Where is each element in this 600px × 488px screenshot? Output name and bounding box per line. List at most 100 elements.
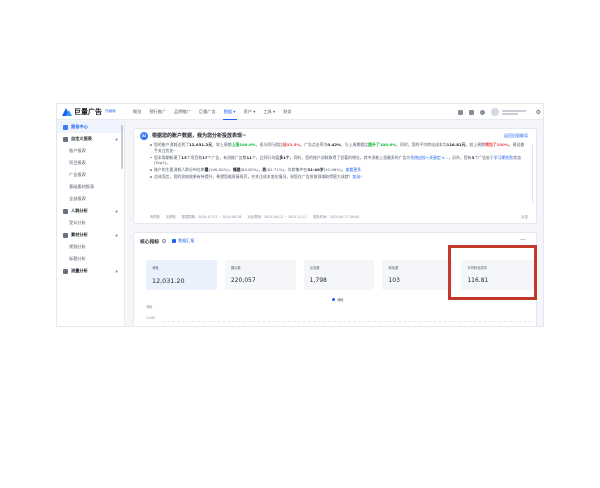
logo-text: 巨量广告: [74, 107, 102, 116]
chevron-up-icon: ▲: [115, 233, 118, 237]
text: (100.00%)，: [208, 167, 233, 173]
sidebar-item-label: 流量分析: [71, 268, 88, 273]
text: 个广告处于: [474, 154, 494, 160]
sidebar-scrollbar[interactable]: [121, 125, 123, 169]
value-peer-compare: 低33.3%: [282, 142, 301, 147]
ai-card-scrollbar[interactable]: [531, 145, 533, 203]
sidebar-item-audience[interactable]: 受众分析: [57, 217, 124, 229]
sidebar-item-label: 素材分析: [71, 232, 88, 237]
dislike-button[interactable]: 无帮助: [166, 214, 176, 219]
sidebar-item-material-analysis[interactable]: 素材分析 ▲: [57, 229, 124, 241]
text: (62.71%)，年龄集中在: [266, 167, 308, 173]
settings-icon[interactable]: ⚙: [536, 109, 541, 116]
sidebar-item-audience-analysis[interactable]: 人群分析 ▲: [57, 205, 124, 217]
chevron-up-icon: ▲: [115, 209, 118, 213]
account-switcher[interactable]: [501, 109, 526, 116]
sidebar-item-traffic-analysis[interactable]: 流量分析 ▲: [57, 265, 124, 277]
text: 。广告点击率为: [300, 142, 328, 147]
text: (64.82%)，: [240, 167, 263, 173]
core-metrics-panel: 核心指标 数据汇报 消耗 12,031.20 展示数 220,057 点击数 1…: [133, 232, 540, 327]
text: 您的账户消耗达到了: [154, 142, 190, 147]
nav-item-ads[interactable]: 巨量广告: [195, 104, 220, 120]
value-ctr: 0.42%: [327, 142, 341, 147]
sidebar-item-label: 报告中心: [71, 124, 88, 129]
text: 您本周期新建了: [154, 154, 182, 160]
update-time: 更新时间：2024-08-27 09:00: [313, 215, 360, 219]
sidebar-item-project-report[interactable]: 项目报表: [57, 157, 124, 169]
sidebar-item-ad-report[interactable]: 广告报表: [57, 169, 124, 181]
text: 个项目和: [186, 154, 203, 160]
feedback-button[interactable]: 反馈: [521, 214, 528, 219]
text: ，与上周期相比: [340, 142, 369, 147]
nav-item-finance[interactable]: 财务: [279, 104, 295, 120]
sidebar-item-label: 自定义报表: [71, 136, 92, 141]
nav-item-tools[interactable]: 工具 ▾: [259, 104, 279, 120]
ai-card-header: AI 根据您的账户数据，我为您分析投放表现~: [134, 129, 536, 142]
sidebar-item-custom-reports[interactable]: 自定义报表 ▲: [57, 133, 124, 145]
traffic-icon: [63, 268, 68, 274]
text: ，同时，您的平均转化成本为: [396, 142, 447, 147]
logo[interactable]: 巨量广告 升级版: [57, 107, 129, 117]
avatar[interactable]: [490, 108, 499, 116]
nav-item-promotion[interactable]: 预行推广: [145, 104, 170, 120]
top-right-tools: ⚙: [457, 104, 543, 120]
like-button[interactable]: 有帮助: [150, 214, 160, 219]
sidebar: 报告中心 自定义报表 ▲ 账户报表 项目报表 广告报表 基础素材报表 全部报表 …: [57, 121, 125, 326]
nav-item-assets[interactable]: 资产 ▾: [240, 104, 260, 120]
text: 账户的主要消耗人群分布在: [154, 167, 201, 173]
value-cpa-change: 增加了100%: [484, 142, 509, 147]
app-window: 巨量广告 升级版 概览 预行推广 品牌推广 巨量广告 数据 ▾ 资产 ▾ 工具 …: [56, 103, 544, 327]
text: 个，比同行均值: [251, 154, 280, 160]
nav-item-data[interactable]: 数据 ▾: [220, 104, 240, 120]
nav-item-overview[interactable]: 概览: [129, 104, 145, 120]
ai-insight-card: AI 根据您的账户数据，我为您分析投放表现~ 返回旧版解读 您的账户消耗达到了1…: [133, 128, 537, 224]
view-more-link[interactable]: 查看更多: [345, 167, 361, 172]
ai-card-body: 您的账户消耗达到了12,031.2元，较上周期上涨100.0%，但与同行相比低3…: [134, 142, 536, 180]
text: ，较上周期: [465, 142, 485, 147]
sidebar-item-material-report[interactable]: 基础素材报表: [57, 181, 124, 193]
spend-chart: [134, 233, 538, 327]
sidebar-item-report-center[interactable]: 报告中心: [57, 121, 124, 133]
ai-card-title: 根据您的账户数据，我为您分析投放表现~: [152, 133, 247, 139]
sidebar-item-account-report[interactable]: 账户报表: [57, 145, 124, 157]
text: (42.96%)，: [323, 167, 346, 173]
sidebar-item-video-analysis[interactable]: 视频分析: [57, 241, 124, 253]
value-peer-ads: 多1个: [279, 154, 290, 160]
image-icon: [63, 232, 68, 238]
ai-logo-icon: AI: [140, 131, 148, 140]
table-icon: [63, 136, 68, 142]
back-to-old-version-link[interactable]: 返回旧版解读: [504, 133, 528, 139]
sidebar-item-title-analysis[interactable]: 标题分析: [57, 253, 124, 265]
value-age: 31-40岁: [307, 167, 324, 173]
insight-creation: 您本周期新建了13个项目和17个广告，有消耗广告数11个，比同行均值多1个。同时…: [150, 155, 526, 166]
value-ctr-change: 提升了100.0%: [368, 142, 397, 147]
sidebar-item-label: 人群分析: [71, 208, 88, 213]
insight-audience: 账户的主要消耗人群分布在少量(100.00%)，福建(64.82%)，男(62.…: [150, 167, 526, 173]
text: 。同时，您的账户消耗取得了显著的增长，其中消耗上涨最多的广告为: [289, 154, 411, 160]
insight-summary: 总体而言，您的投放效果有待提升，希望您能再接再厉，并关注成本变化情况，祝您在广告…: [150, 174, 526, 180]
sidebar-item-all-reports[interactable]: 全部报表: [57, 193, 124, 205]
value-region: 福建: [232, 167, 241, 173]
main-nav: 概览 预行推广 品牌推广 巨量广告 数据 ▾ 资产 ▾ 工具 ▾ 财务: [129, 104, 296, 120]
learning-failed-link[interactable]: 学习期失败: [494, 155, 513, 160]
ai-card-footer: 有帮助 无帮助 数据周期：2024-07-01 ~ 2024-08-26 对比周…: [150, 214, 528, 219]
version-badge: 升级版: [105, 109, 116, 113]
help-icon[interactable]: [479, 109, 485, 115]
chevron-up-icon: ▲: [115, 269, 118, 273]
text: 个广告，有消耗广告数: [207, 154, 247, 160]
report-icon: [63, 124, 68, 130]
text: ，但与同行相比: [255, 142, 283, 147]
insight-spend: 您的账户消耗达到了12,031.2元，较上周期上涨100.0%，但与同行相比低3…: [150, 142, 526, 153]
top-ad-link[interactable]: 系统自投+关键定·4...: [410, 155, 448, 160]
compare-range: 对比周期：2024-06-12 ~ 2024-12-11: [247, 215, 308, 219]
value-cpa: 116.81元: [446, 142, 466, 147]
chevron-up-icon: ▲: [115, 137, 118, 141]
people-icon: [63, 208, 68, 214]
text: 总体而言，您的投放效果有待提升，希望您能再接再厉，并关注成本变化情况，祝您在广告…: [154, 174, 353, 180]
nav-item-brand[interactable]: 品牌推广: [170, 104, 195, 120]
value-spend: 12,031.2元: [189, 142, 213, 147]
calendar-icon[interactable]: [457, 109, 463, 115]
top-navigation-bar: 巨量广告 升级版 概览 预行推广 品牌推广 巨量广告 数据 ▾ 资产 ▾ 工具 …: [57, 104, 543, 120]
cheer-text: 加油!: [352, 174, 362, 180]
message-icon[interactable]: [468, 109, 474, 115]
